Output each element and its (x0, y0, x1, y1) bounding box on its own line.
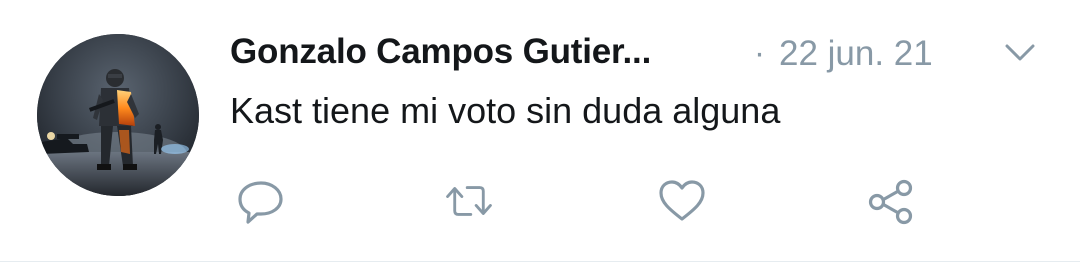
reply-icon (238, 181, 283, 224)
share-button[interactable] (866, 176, 916, 226)
share-icon (868, 179, 913, 225)
tweet-text: Kast tiene mi voto sin duda alguna (230, 90, 781, 131)
avatar-image (37, 34, 199, 196)
retweet-button[interactable] (444, 176, 494, 226)
heart-icon (659, 180, 705, 221)
tweet-divider (0, 261, 1080, 262)
tweet-header: Gonzalo Campos Gutier... · 22 jun. 21 (230, 30, 1040, 78)
author-name[interactable]: Gonzalo Campos Gutier... (230, 32, 651, 72)
header-separator: · (754, 34, 765, 71)
chevron-down-icon[interactable] (1002, 38, 1038, 66)
like-button[interactable] (657, 176, 707, 226)
retweet-icon (446, 186, 492, 216)
tweet-timestamp[interactable]: 22 jun. 21 (779, 34, 933, 74)
tweet-card[interactable]: Gonzalo Campos Gutier... · 22 jun. 21 Ka… (0, 0, 1080, 263)
reply-button[interactable] (236, 176, 286, 226)
avatar[interactable] (37, 34, 199, 196)
